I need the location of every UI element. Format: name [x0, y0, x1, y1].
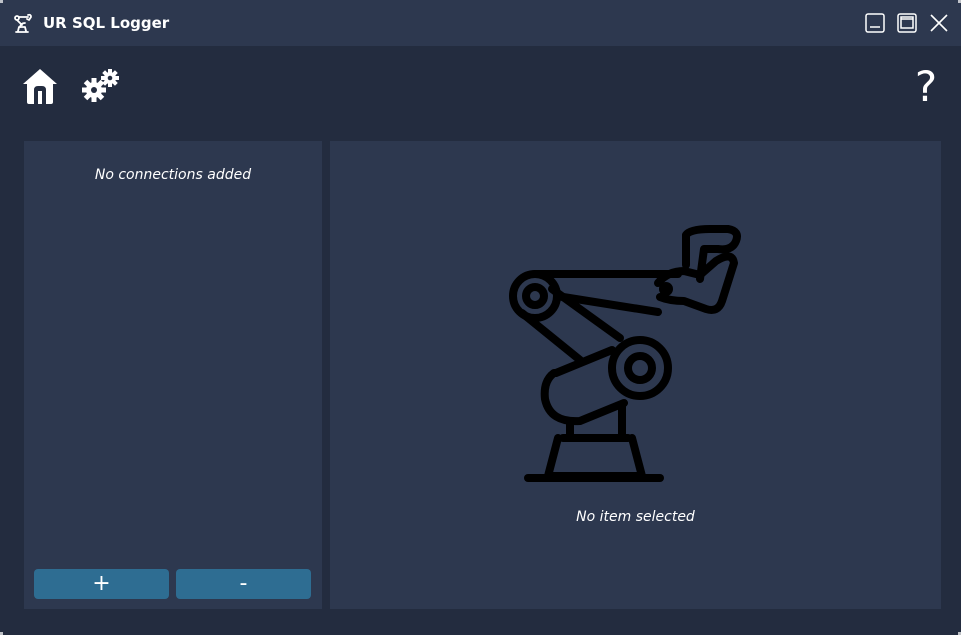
robot-arm-icon: [509, 225, 741, 482]
home-icon[interactable]: [20, 66, 60, 106]
no-connections-text: No connections added: [94, 167, 252, 183]
remove-connection-button[interactable]: -: [176, 569, 311, 599]
toolbar: ?: [0, 46, 961, 138]
close-icon[interactable]: [928, 12, 950, 34]
add-connection-button[interactable]: +: [34, 569, 169, 599]
no-item-selected-text: No item selected: [576, 509, 695, 525]
help-icon[interactable]: ?: [906, 64, 946, 110]
gear-icon[interactable]: [80, 66, 122, 104]
window-title: UR SQL Logger: [43, 14, 170, 32]
title-bar: UR SQL Logger: [0, 0, 961, 46]
detail-panel: No item selected: [330, 141, 941, 609]
maximize-icon[interactable]: [896, 12, 918, 34]
resize-handle[interactable]: [0, 0, 3, 3]
connections-panel: No connections added + -: [24, 141, 322, 609]
minimize-icon[interactable]: [864, 12, 886, 34]
robot-arm-icon: [14, 13, 32, 33]
